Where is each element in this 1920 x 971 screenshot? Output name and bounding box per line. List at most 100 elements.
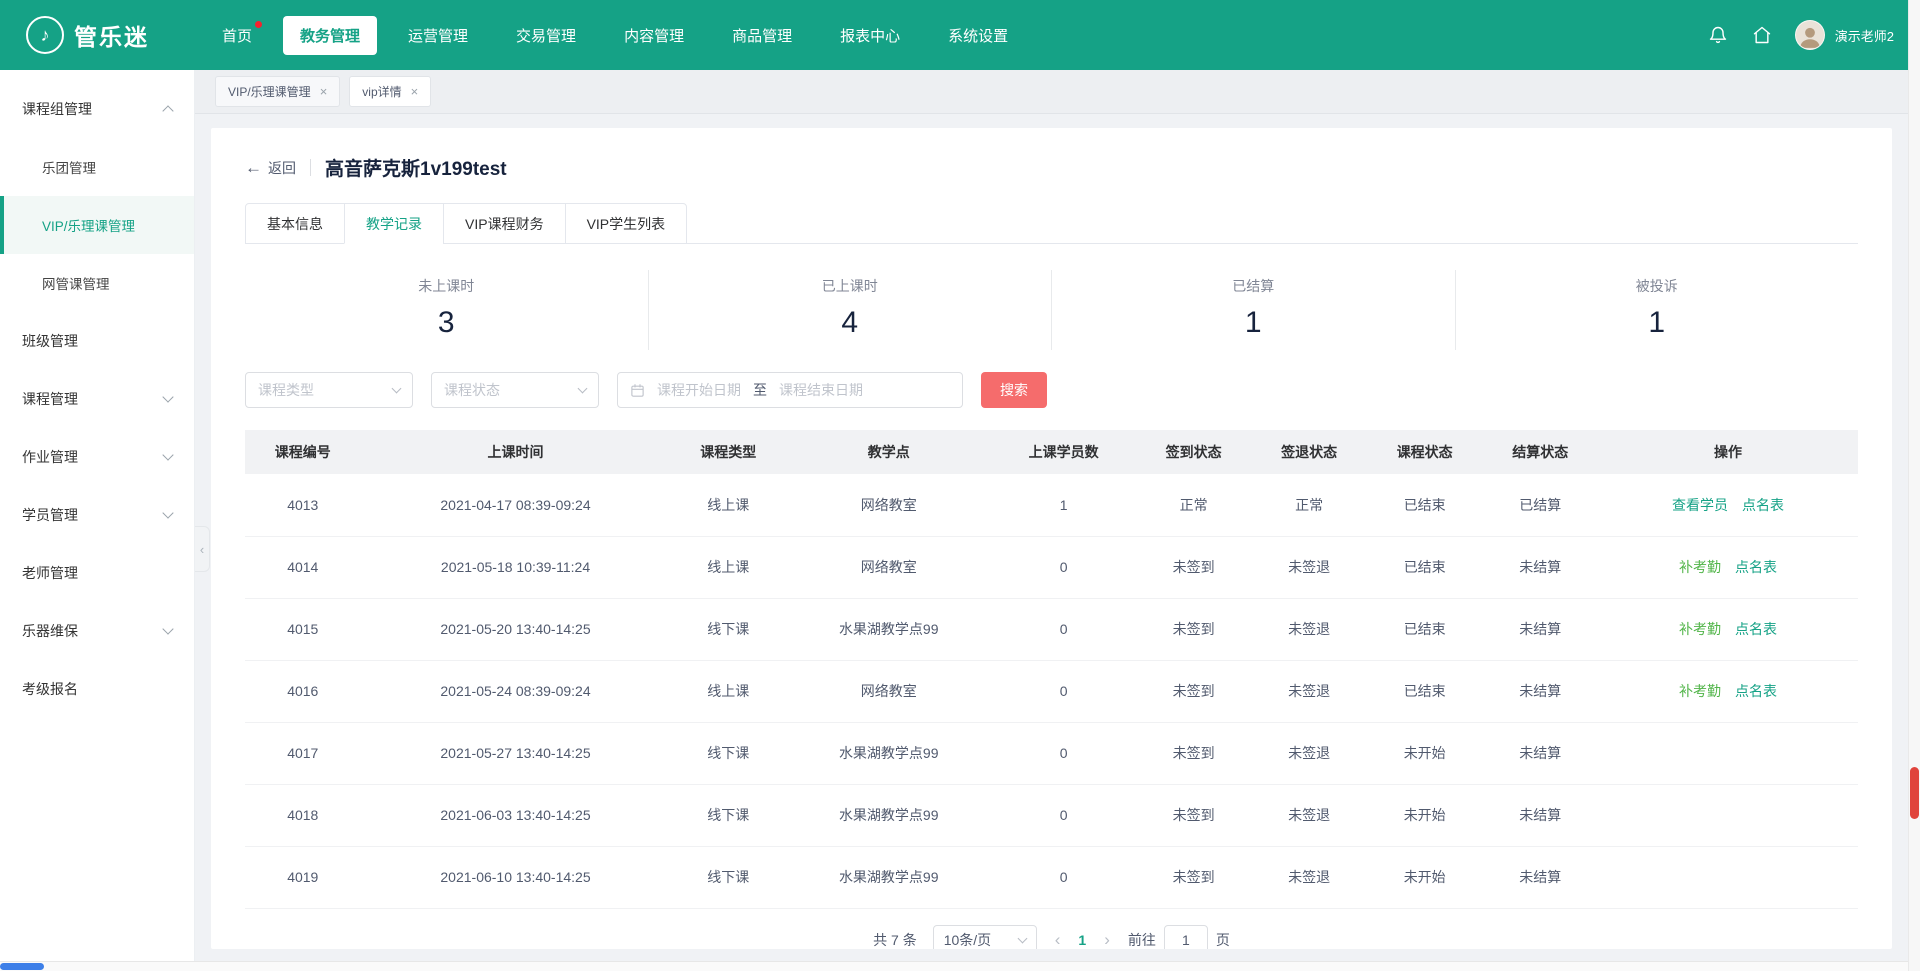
- vertical-scrollbar[interactable]: [1908, 0, 1920, 971]
- cell-students: 0: [991, 598, 1135, 660]
- top-nav: 首页教务管理运营管理交易管理内容管理商品管理报表中心系统设置: [205, 16, 1025, 55]
- title-divider: [310, 159, 311, 176]
- tab-teaching-record[interactable]: 教学记录: [344, 203, 444, 244]
- nav-item-content[interactable]: 内容管理: [607, 16, 701, 55]
- pagination-total: 共 7 条: [873, 930, 917, 950]
- nav-item-trade[interactable]: 交易管理: [499, 16, 593, 55]
- header-right: 演示老师2: [1707, 20, 1894, 50]
- cell-students: 0: [991, 536, 1135, 598]
- tab-basic-info[interactable]: 基本信息: [245, 203, 345, 244]
- app-logo[interactable]: ♪ 管乐迷: [26, 16, 149, 54]
- action-roll-call[interactable]: 点名表: [1742, 497, 1784, 513]
- course-type-select[interactable]: 课程类型: [245, 372, 413, 408]
- nav-item-reports[interactable]: 报表中心: [823, 16, 917, 55]
- current-page[interactable]: 1: [1078, 932, 1086, 948]
- bell-icon[interactable]: [1707, 24, 1729, 46]
- cell-checkin: 正常: [1136, 474, 1252, 536]
- action-roll-call[interactable]: 点名表: [1735, 683, 1777, 699]
- cell-settle: 未结算: [1482, 784, 1598, 846]
- vertical-scrollbar-thumb[interactable]: [1910, 767, 1919, 819]
- date-start-placeholder: 课程开始日期: [657, 380, 741, 400]
- nav-item-operations[interactable]: 运营管理: [391, 16, 485, 55]
- stat-label: 被投诉: [1456, 276, 1859, 296]
- cell-type: 线下课: [670, 598, 786, 660]
- nav-item-academic[interactable]: 教务管理: [283, 16, 377, 55]
- sidebar-item-orchestra[interactable]: 乐团管理: [0, 138, 194, 196]
- sidebar-collapse-handle[interactable]: ‹: [195, 526, 210, 572]
- sidebar-item-online-admin-course[interactable]: 网管课管理: [0, 254, 194, 312]
- sidebar-item-label: 课程组管理: [22, 99, 92, 119]
- action-roll-call[interactable]: 点名表: [1735, 621, 1777, 637]
- sidebar-item-student[interactable]: 学员管理: [0, 486, 194, 544]
- chevron-down-icon: [392, 384, 402, 394]
- tab-vip-students[interactable]: VIP学生列表: [565, 203, 688, 244]
- close-icon[interactable]: ×: [411, 84, 419, 99]
- open-tab-vip-detail[interactable]: vip详情×: [349, 76, 431, 107]
- cell-checkin: 未签到: [1136, 598, 1252, 660]
- sidebar-item-exam[interactable]: 考级报名: [0, 660, 194, 718]
- cell-status: 已结束: [1367, 474, 1483, 536]
- nav-item-goods[interactable]: 商品管理: [715, 16, 809, 55]
- main-area: VIP/乐理课管理× vip详情× ← 返回 高音萨克斯1v199test 基本信…: [195, 70, 1908, 961]
- cell-id: 4014: [245, 536, 361, 598]
- cell-actions: [1598, 722, 1858, 784]
- chevron-up-icon: [162, 105, 173, 116]
- sidebar-item-teacher[interactable]: 老师管理: [0, 544, 194, 602]
- avatar[interactable]: [1795, 20, 1825, 50]
- cell-location: 网络教室: [786, 474, 991, 536]
- page-size-select[interactable]: 10条/页: [933, 925, 1037, 950]
- user-name[interactable]: 演示老师2: [1835, 26, 1894, 45]
- column-header: 课程状态: [1367, 430, 1483, 474]
- action-makeup-attendance[interactable]: 补考勤: [1679, 559, 1721, 575]
- action-roll-call[interactable]: 点名表: [1735, 559, 1777, 575]
- column-header: 上课学员数: [991, 430, 1135, 474]
- chevron-down-icon: [162, 449, 173, 460]
- action-makeup-attendance[interactable]: 补考勤: [1679, 621, 1721, 637]
- sidebar-item-vip-theory[interactable]: VIP/乐理课管理: [0, 196, 194, 254]
- goto-page-input[interactable]: [1164, 925, 1208, 950]
- pagination: 共 7 条 10条/页 ‹ 1 › 前往 页: [245, 925, 1858, 950]
- tab-vip-finance[interactable]: VIP课程财务: [443, 203, 566, 244]
- nav-item-home[interactable]: 首页: [205, 16, 269, 55]
- close-icon[interactable]: ×: [320, 84, 328, 99]
- cell-students: 0: [991, 660, 1135, 722]
- open-tab-vip-theory-list[interactable]: VIP/乐理课管理×: [215, 76, 340, 107]
- logo-icon: ♪: [26, 16, 64, 54]
- cell-status: 已结束: [1367, 536, 1483, 598]
- sidebar-item-homework[interactable]: 作业管理: [0, 428, 194, 486]
- stat-hours-not-taken: 未上课时3: [245, 270, 649, 350]
- cell-time: 2021-06-03 13:40-14:25: [361, 784, 671, 846]
- action-view-students[interactable]: 查看学员: [1672, 497, 1728, 513]
- nav-item-system[interactable]: 系统设置: [931, 16, 1025, 55]
- prev-page-button[interactable]: ‹: [1053, 930, 1063, 950]
- sidebar-item-instrument[interactable]: 乐器维保: [0, 602, 194, 660]
- course-status-select[interactable]: 课程状态: [431, 372, 599, 408]
- cell-checkout: 未签退: [1251, 598, 1367, 660]
- sidebar-item-course[interactable]: 课程管理: [0, 370, 194, 428]
- cell-location: 网络教室: [786, 660, 991, 722]
- top-header: ♪ 管乐迷 首页教务管理运营管理交易管理内容管理商品管理报表中心系统设置 演示老…: [0, 0, 1920, 70]
- filter-bar: 课程类型 课程状态 课程开始日期 至 课程结束日期: [245, 372, 1858, 408]
- cell-checkin: 未签到: [1136, 660, 1252, 722]
- search-button[interactable]: 搜索: [981, 372, 1047, 408]
- home-icon[interactable]: [1751, 24, 1773, 46]
- cell-time: 2021-05-20 13:40-14:25: [361, 598, 671, 660]
- back-button[interactable]: ← 返回: [245, 158, 296, 178]
- table-head: 课程编号上课时间课程类型教学点上课学员数签到状态签退状态课程状态结算状态操作: [245, 430, 1858, 474]
- music-note-glyph: ♪: [41, 25, 50, 46]
- sidebar-item-class[interactable]: 班级管理: [0, 312, 194, 370]
- horizontal-scrollbar-thumb[interactable]: [0, 963, 44, 970]
- sidebar-item-label: VIP/乐理课管理: [42, 215, 135, 235]
- cell-status: 已结束: [1367, 660, 1483, 722]
- next-page-button[interactable]: ›: [1102, 930, 1112, 950]
- sidebar-item-course-group[interactable]: 课程组管理: [0, 80, 194, 138]
- sidebar-item-label: 作业管理: [22, 447, 78, 467]
- date-range-picker[interactable]: 课程开始日期 至 课程结束日期: [617, 372, 963, 408]
- cell-location: 水果湖教学点99: [786, 784, 991, 846]
- table-row: 40142021-05-18 10:39-11:24线上课网络教室0未签到未签退…: [245, 536, 1858, 598]
- action-makeup-attendance[interactable]: 补考勤: [1679, 683, 1721, 699]
- content-area: ← 返回 高音萨克斯1v199test 基本信息教学记录VIP课程财务VIP学生…: [195, 114, 1908, 961]
- horizontal-scrollbar[interactable]: [0, 961, 1908, 971]
- cell-checkout: 未签退: [1251, 846, 1367, 908]
- cell-checkout: 未签退: [1251, 722, 1367, 784]
